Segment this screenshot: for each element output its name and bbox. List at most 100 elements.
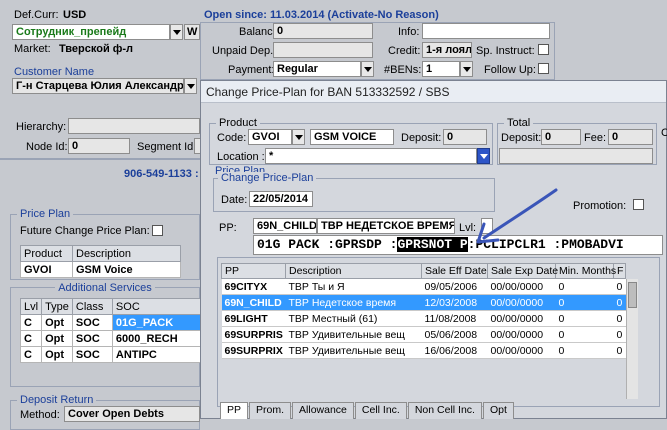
customer-name-field[interactable]: Г-н Старцева Юлия Александр — [12, 78, 184, 94]
location-dropdown-button[interactable] — [477, 148, 490, 164]
dialog-title[interactable]: Change Price-Plan for BAN 513332592 / SB… — [201, 81, 666, 103]
deposit-field[interactable]: 0 — [443, 129, 487, 145]
additional-services-title-wrap: Additional Services — [12, 282, 198, 295]
service-row[interactable]: C Opt SOC 01G_PACK — [19, 314, 201, 331]
service-type: Opt — [41, 346, 73, 363]
lvl-header[interactable]: Lvl — [19, 298, 43, 315]
pp-code-field[interactable]: 69N_CHILD — [253, 218, 317, 234]
date-label: Date: — [221, 194, 248, 206]
tab-pp[interactable]: PP — [220, 402, 249, 419]
grid-row[interactable]: 69SURPRIS ТВР Удивительные вещ 05/06/200… — [221, 326, 626, 343]
grid-cell-f: 0 — [613, 278, 626, 295]
change-price-plan-dialog: Change Price-Plan for BAN 513332592 / SB… — [200, 80, 667, 419]
chevron-down-icon — [186, 83, 195, 89]
unpaid-dep-label: Unpaid Dep.: — [212, 45, 277, 57]
grid-cell-eff: 16/06/2008 — [421, 342, 488, 359]
bens-dropdown-button[interactable] — [460, 61, 473, 77]
additional-services-title: Additional Services — [55, 282, 155, 294]
service-lvl: C — [19, 314, 43, 331]
chevron-down-icon — [479, 153, 488, 159]
grid-row[interactable]: 69SURPRIX ТВР Удивительные вещ 16/06/200… — [221, 342, 626, 359]
deposit-label: Deposit: — [401, 132, 442, 144]
service-class: SOC — [71, 330, 113, 347]
grid-scrollbar[interactable] — [626, 279, 638, 399]
info-field[interactable] — [422, 23, 550, 39]
grid-cell-eff: 12/03/2008 — [421, 294, 488, 311]
balance-field[interactable]: 0 — [273, 23, 373, 39]
soc-list-text: 01G PACK :GPRSDP : — [257, 237, 398, 252]
soc-header[interactable]: SOC — [111, 298, 201, 315]
service-class: SOC — [71, 346, 113, 363]
grid-header-sale-exp[interactable]: Sale Exp Date — [487, 263, 558, 279]
type-header[interactable]: Type — [41, 298, 73, 315]
product-name-field: GSM VOICE — [310, 129, 394, 145]
credit-field[interactable]: 1-я лояль — [422, 42, 472, 58]
soc-list-field[interactable]: 01G PACK :GPRSDP :GPRSNOT P:PCLIPCLR1 :P… — [253, 235, 663, 255]
unpaid-dep-field[interactable] — [273, 42, 373, 58]
divider — [0, 158, 200, 160]
date-field[interactable]: 22/05/2014 — [249, 191, 313, 207]
grid-row[interactable]: 69LIGHT ТВР Местный (61) 11/08/2008 00/0… — [221, 310, 626, 327]
service-row[interactable]: C Opt SOC ANTIPC — [19, 346, 201, 363]
grid-cell-pp: 69LIGHT — [221, 310, 286, 327]
follow-up-checkbox[interactable] — [538, 63, 549, 74]
service-row[interactable]: C Opt SOC 6000_RECH — [19, 330, 201, 347]
location-select[interactable]: * — [265, 148, 477, 164]
promotion-label: Promotion: — [573, 200, 627, 212]
total-deposit-label: Deposit: — [501, 132, 542, 144]
tab-cell-inc[interactable]: Cell Inc. — [354, 402, 407, 419]
grid-header-description[interactable]: Description — [285, 263, 422, 279]
payment-dropdown-button[interactable] — [361, 61, 374, 77]
total-extra-field — [499, 148, 653, 164]
tab-non-cell-inc[interactable]: Non Cell Inc. — [407, 402, 482, 419]
sp-instruct-label: Sp. Instruct: — [476, 45, 535, 57]
sp-instruct-checkbox[interactable] — [538, 44, 549, 55]
grid-header-sale-eff[interactable]: Sale Eff Date — [421, 263, 488, 279]
bens-select[interactable]: 1 — [422, 61, 460, 77]
tab-opt[interactable]: Opt — [482, 402, 514, 419]
chevron-down-icon — [172, 29, 181, 35]
tab-prom[interactable]: Prom. — [249, 402, 292, 419]
side-c-label: C — [661, 127, 667, 139]
future-change-checkbox[interactable] — [152, 225, 163, 236]
pp-label: PP: — [219, 222, 237, 234]
service-type: Opt — [41, 330, 73, 347]
method-field[interactable]: Cover Open Debts — [64, 406, 200, 422]
service-soc: ANTIPC — [111, 346, 201, 363]
grid-row[interactable]: 69CITYX ТВР Ты и Я 09/05/2006 00/00/0000… — [221, 278, 626, 295]
promotion-checkbox[interactable] — [633, 199, 644, 210]
pp-description-field: ТВР НЕДЕТСКОЕ ВРЕМЯ — [317, 218, 455, 234]
grid-cell-f: 0 — [613, 342, 626, 359]
price-plan-grid: PP Description Sale Eff Date Sale Exp Da… — [221, 263, 626, 359]
hierarchy-label: Hierarchy: — [16, 121, 67, 133]
price-plan-table: Product Description GVOI GSM Voice — [20, 245, 181, 278]
description-header[interactable]: Description — [72, 245, 181, 262]
grid-cell-eff: 11/08/2008 — [421, 310, 488, 327]
employee-dropdown-button[interactable] — [170, 24, 183, 40]
grid-row-selected[interactable]: 69N_CHILD ТВР Недетское время 12/03/2008… — [221, 294, 626, 311]
description-cell[interactable]: GSM Voice — [72, 261, 181, 278]
annotation-arrow-icon — [476, 188, 558, 244]
employee-select[interactable]: Сотрудник_препейд — [12, 24, 170, 40]
product-cell[interactable]: GVOI — [20, 261, 73, 278]
node-id-field[interactable]: 0 — [68, 138, 130, 154]
grid-header-pp[interactable]: PP — [221, 263, 286, 279]
payment-select[interactable]: Regular — [273, 61, 361, 77]
tab-allowance[interactable]: Allowance — [292, 402, 354, 419]
product-header[interactable]: Product — [20, 245, 73, 262]
grid-cell-min: 0 — [555, 326, 614, 343]
total-deposit-field[interactable]: 0 — [541, 129, 581, 145]
customer-dropdown-button[interactable] — [184, 78, 197, 94]
grid-cell-f: 0 — [613, 310, 626, 327]
grid-cell-description: ТВР Недетское время — [285, 294, 422, 311]
fee-field[interactable]: 0 — [608, 129, 653, 145]
open-since: Open since: 11.03.2014 (Activate-No Reas… — [204, 9, 439, 21]
hierarchy-field[interactable] — [68, 118, 200, 134]
w-field[interactable]: W — [184, 24, 200, 40]
grid-header-min-months[interactable]: Min. Months — [555, 263, 616, 279]
class-header[interactable]: Class — [71, 298, 113, 315]
scrollbar-thumb[interactable] — [628, 282, 637, 308]
code-dropdown-button[interactable] — [292, 129, 305, 145]
grid-cell-min: 0 — [555, 342, 614, 359]
code-select[interactable]: GVOI — [248, 129, 292, 145]
